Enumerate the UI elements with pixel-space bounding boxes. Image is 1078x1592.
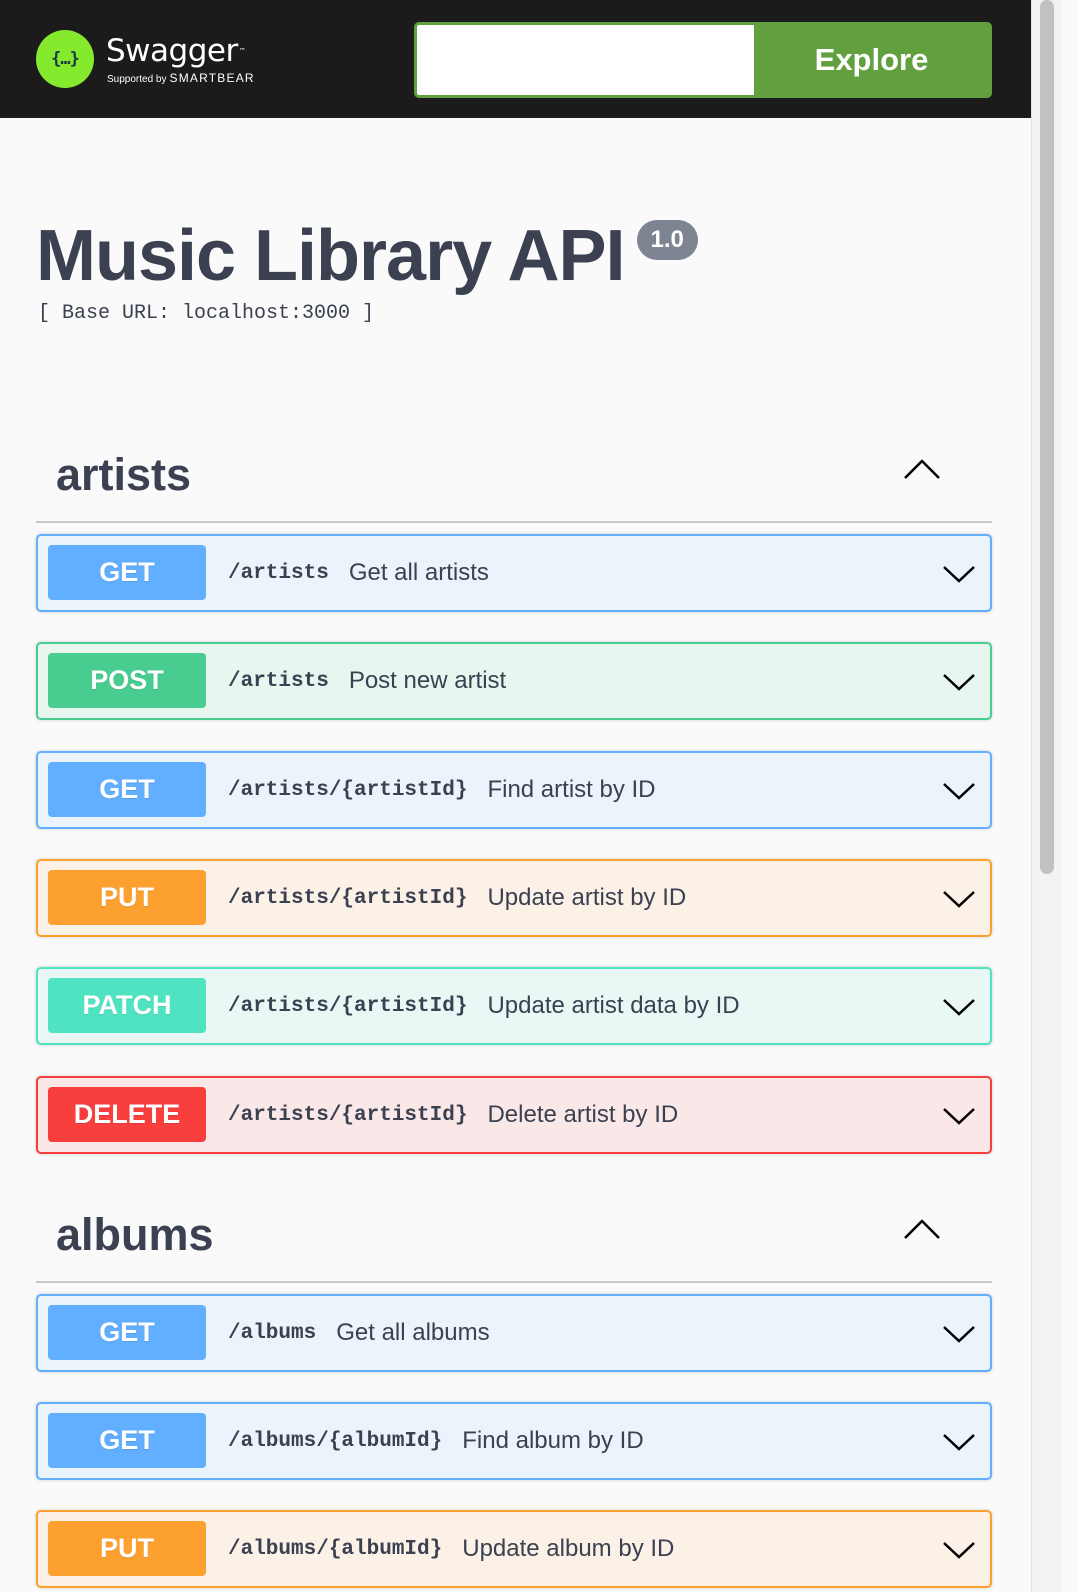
logo-text: Swagger™ Supported by SMARTBEAR: [106, 34, 255, 85]
chevron-down-icon[interactable]: [942, 997, 976, 1017]
operation-get-artist-by-id[interactable]: GET /artists/{artistId} Find artist by I…: [36, 751, 992, 829]
page-title: Music Library API: [36, 216, 625, 296]
method-badge: GET: [48, 545, 206, 600]
operation-post-artists[interactable]: POST /artists Post new artist: [36, 642, 992, 720]
operation-description: Post new artist: [348, 667, 507, 694]
logo-name-text: Swagger: [106, 32, 238, 69]
chevron-down-icon[interactable]: [942, 1540, 976, 1560]
operation-summary: /albums/{albumId} Find album by ID: [228, 1404, 644, 1478]
operation-description: Get all albums: [336, 1319, 490, 1346]
chevron-down-icon[interactable]: [942, 672, 976, 692]
operation-get-album-by-id[interactable]: GET /albums/{albumId} Find album by ID: [36, 1402, 992, 1480]
tag-name: albums: [56, 1209, 214, 1260]
operation-path: /artists: [228, 561, 329, 585]
chevron-up-icon[interactable]: [902, 1217, 942, 1241]
operation-summary: /artists/{artistId} Update artist data b…: [228, 969, 740, 1043]
logo-subtitle: Supported by SMARTBEAR: [107, 71, 255, 85]
operation-put-artist-by-id[interactable]: PUT /artists/{artistId} Update artist by…: [36, 859, 992, 937]
operation-description: Update album by ID: [462, 1535, 675, 1562]
page-scrollbar[interactable]: [1031, 0, 1062, 1592]
operation-put-album-by-id[interactable]: PUT /albums/{albumId} Update album by ID: [36, 1510, 992, 1588]
operation-summary: /albums Get all albums: [228, 1296, 490, 1370]
method-badge: GET: [48, 1305, 206, 1360]
operation-description: Find album by ID: [462, 1427, 644, 1454]
operation-path: /albums: [228, 1321, 317, 1345]
method-badge: PATCH: [48, 978, 206, 1033]
swagger-logo[interactable]: {…} Swagger™ Supported by SMARTBEAR: [36, 26, 255, 92]
operation-description: Find artist by ID: [487, 776, 656, 803]
chevron-down-icon[interactable]: [942, 889, 976, 909]
operation-summary: /artists Post new artist: [228, 644, 506, 718]
operation-path: /artists/{artistId}: [228, 994, 468, 1018]
operation-summary: /artists Get all artists: [228, 536, 489, 610]
scrollbar-thumb[interactable]: [1040, 0, 1054, 874]
explore-button[interactable]: Explore: [754, 25, 989, 95]
version-badge: 1.0: [636, 220, 698, 260]
method-badge: PUT: [48, 870, 206, 925]
company-name: SMARTBEAR: [169, 70, 255, 85]
method-badge: GET: [48, 1413, 206, 1468]
operation-get-albums[interactable]: GET /albums Get all albums: [36, 1294, 992, 1372]
method-badge: GET: [48, 762, 206, 817]
operation-path: /albums/{albumId}: [228, 1429, 443, 1453]
method-badge: POST: [48, 653, 206, 708]
operation-description: Update artist data by ID: [487, 992, 740, 1019]
operation-description: Get all artists: [348, 559, 489, 586]
chevron-up-icon[interactable]: [902, 457, 942, 481]
topbar: {…} Swagger™ Supported by SMARTBEAR Explo…: [0, 0, 1046, 118]
swagger-logo-icon: {…}: [36, 30, 94, 88]
chevron-down-icon[interactable]: [942, 1324, 976, 1344]
tag-header-albums[interactable]: albums: [36, 1187, 992, 1283]
method-badge: PUT: [48, 1521, 206, 1576]
chevron-down-icon[interactable]: [942, 564, 976, 584]
operation-summary: /albums/{albumId} Update album by ID: [228, 1512, 674, 1586]
operation-path: /artists/{artistId}: [228, 1103, 468, 1127]
operation-path: /albums/{albumId}: [228, 1537, 443, 1561]
method-badge: DELETE: [48, 1087, 206, 1142]
operation-patch-artist-by-id[interactable]: PATCH /artists/{artistId} Update artist …: [36, 967, 992, 1045]
trademark-mark: ™: [238, 46, 246, 55]
base-url: [ Base URL: localhost:3000 ]: [38, 302, 375, 325]
supported-by-text: Supported by: [107, 73, 167, 85]
api-info-header: Music Library API 1.0: [36, 218, 698, 294]
operation-summary: /artists/{artistId} Find artist by ID: [228, 753, 656, 827]
operation-path: /artists: [228, 669, 329, 693]
operation-summary: /artists/{artistId} Update artist by ID: [228, 861, 686, 935]
operation-description: Delete artist by ID: [487, 1101, 679, 1128]
chevron-down-icon[interactable]: [942, 1106, 976, 1126]
operation-path: /artists/{artistId}: [228, 778, 468, 802]
operation-summary: /artists/{artistId} Delete artist by ID: [228, 1078, 678, 1152]
operation-delete-artist-by-id[interactable]: DELETE /artists/{artistId} Delete artist…: [36, 1076, 992, 1154]
tag-name: artists: [56, 449, 192, 500]
explore-form: Explore: [414, 22, 992, 98]
chevron-down-icon[interactable]: [942, 1432, 976, 1452]
tag-header-artists[interactable]: artists: [36, 427, 992, 523]
operation-get-artists[interactable]: GET /artists Get all artists: [36, 534, 992, 612]
logo-name: Swagger™: [106, 34, 255, 68]
spec-url-input[interactable]: [417, 25, 754, 95]
chevron-down-icon[interactable]: [942, 781, 976, 801]
operation-path: /artists/{artistId}: [228, 886, 468, 910]
operation-description: Update artist by ID: [487, 884, 687, 911]
